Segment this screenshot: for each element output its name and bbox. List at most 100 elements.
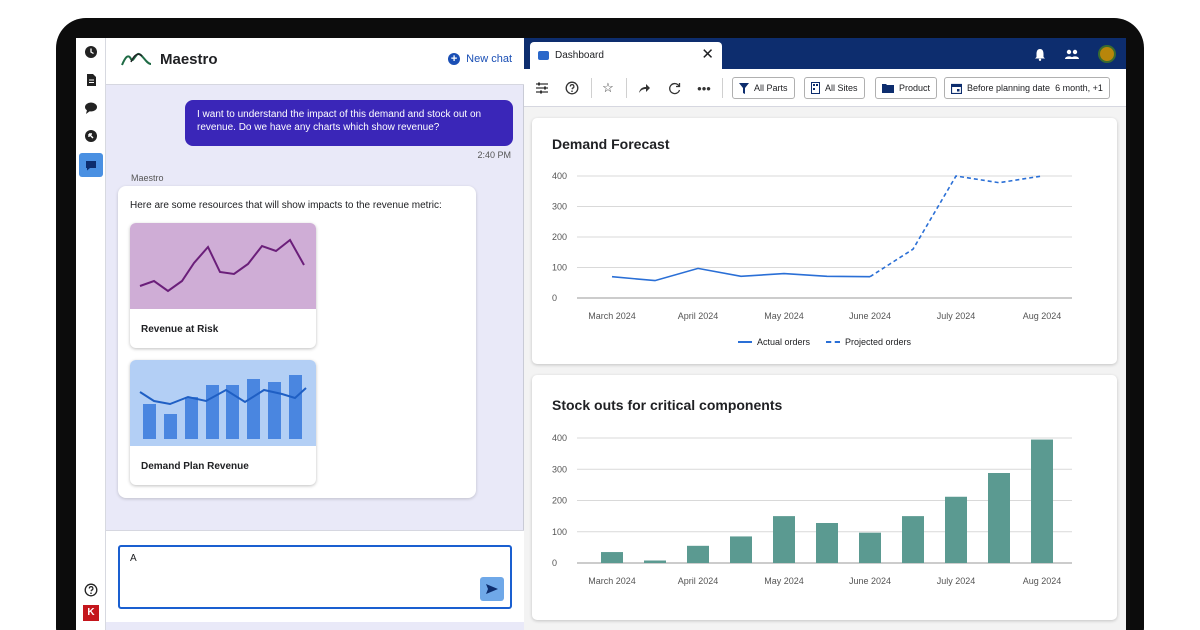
people-icon[interactable] (1064, 48, 1080, 60)
app-name: Maestro (160, 50, 218, 68)
y-tick-label: 100 (552, 263, 567, 273)
send-icon (486, 584, 498, 594)
toolbar-divider (591, 78, 592, 98)
user-avatar[interactable] (1098, 45, 1116, 63)
bot-message-text: Here are some resources that will show i… (130, 200, 442, 211)
bar (1031, 439, 1053, 563)
filter-label: Product (899, 83, 931, 93)
resource-card-demand-plan-revenue[interactable]: Demand Plan Revenue (130, 360, 316, 485)
tab-dashboard[interactable]: Dashboard ✕ (530, 42, 722, 69)
chat-icon[interactable] (79, 153, 103, 177)
folder-icon (882, 84, 894, 93)
close-icon[interactable]: ✕ (701, 47, 714, 62)
filter-label: All Parts (754, 83, 788, 93)
legend-swatch (825, 341, 840, 343)
new-chat-label: New chat (466, 53, 512, 65)
filter-date[interactable]: Before planning date 6 month, +1 (944, 77, 1110, 99)
legend-label: Actual orders (756, 337, 810, 347)
help-icon[interactable] (79, 578, 103, 602)
dashboard-tab-icon (538, 51, 549, 60)
filter-label: Before planning date (967, 83, 1051, 93)
actual-orders-line (611, 267, 871, 282)
star-icon[interactable]: ☆ (600, 80, 616, 96)
chat-panel: Maestro + New chat I want to understand … (106, 38, 524, 630)
x-tick-label: April 2024 (678, 311, 719, 321)
more-icon[interactable]: ••• (696, 80, 712, 96)
share-icon[interactable] (636, 80, 652, 96)
chat-input-area: A (106, 530, 524, 630)
y-tick-label: 100 (552, 527, 567, 537)
brand: Maestro (120, 50, 218, 68)
y-tick-label: 0 (552, 293, 557, 303)
legend-swatch (737, 341, 752, 343)
bar (730, 536, 752, 563)
plus-icon: + (448, 53, 461, 65)
y-tick-label: 200 (552, 232, 567, 242)
tab-label: Dashboard (555, 50, 604, 61)
maestro-logo-icon (121, 53, 152, 66)
icon-rail: K (76, 38, 106, 630)
resource-label: Demand Plan Revenue (141, 461, 249, 472)
legend-projected-orders: Projected orders (825, 337, 911, 347)
dashboard-panel: Dashboard ✕ ☆ ••• All Parts All Sites Pr… (524, 38, 1126, 630)
y-tick-label: 400 (552, 433, 567, 443)
bar (773, 516, 795, 563)
document-icon[interactable] (79, 68, 103, 92)
filter-sites[interactable]: All Sites (804, 77, 865, 99)
x-tick-label: March 2024 (588, 576, 636, 586)
funnel-icon (739, 82, 749, 94)
new-chat-button[interactable]: + New chat (448, 53, 512, 65)
y-tick-label: 400 (552, 171, 567, 181)
refresh-icon[interactable] (666, 80, 682, 96)
app-screen: K Maestro + New chat I want to understan… (76, 38, 1126, 630)
bar (601, 552, 623, 563)
calendar-icon (951, 83, 962, 94)
stock-outs-panel: Stock outs for critical components 0 100 2… (532, 375, 1117, 620)
chat-input[interactable]: A (118, 545, 512, 609)
comment-icon[interactable] (79, 96, 103, 120)
chat-footer (106, 622, 524, 630)
resource-card-revenue-at-risk[interactable]: Revenue at Risk (130, 223, 316, 348)
bar (816, 523, 838, 563)
building-icon (811, 82, 820, 94)
x-tick-label: June 2024 (849, 576, 891, 586)
arrow-circle-icon[interactable] (79, 124, 103, 148)
x-tick-label: May 2024 (764, 576, 804, 586)
bar (988, 473, 1010, 563)
dashboard-topbar: Dashboard ✕ (524, 38, 1126, 69)
filter-parts[interactable]: All Parts (732, 77, 795, 99)
bot-message: Here are some resources that will show i… (118, 186, 476, 498)
bell-icon[interactable] (1034, 48, 1046, 61)
y-tick-label: 300 (552, 202, 567, 212)
x-tick-label: April 2024 (678, 576, 719, 586)
chat-header: Maestro + New chat (106, 38, 524, 85)
bar (687, 545, 709, 563)
bar (644, 560, 666, 563)
bar (945, 496, 967, 563)
x-tick-label: Aug 2024 (1023, 576, 1062, 586)
toolbar-divider (626, 78, 627, 98)
demand-plan-revenue-thumbnail (130, 360, 316, 446)
user-message: I want to understand the impact of this … (185, 100, 513, 146)
filter-settings-icon[interactable] (534, 80, 550, 96)
demand-forecast-panel: Demand Forecast 0 100 200 300 400 March 2024 A… (532, 118, 1117, 364)
clock-icon[interactable] (79, 40, 103, 64)
brand-badge: K (79, 601, 103, 625)
help-icon[interactable] (564, 80, 580, 96)
bot-sender-name: Maestro (131, 173, 164, 183)
revenue-at-risk-thumbnail (130, 223, 316, 309)
y-tick-label: 0 (552, 558, 557, 568)
y-tick-label: 300 (552, 464, 567, 474)
legend-actual-orders: Actual orders (737, 337, 810, 347)
message-timestamp: 2:40 PM (477, 150, 511, 160)
y-tick-label: 200 (552, 496, 567, 506)
topbar-icons (1034, 45, 1116, 63)
filter-product[interactable]: Product (875, 77, 938, 99)
x-tick-label: March 2024 (588, 311, 636, 321)
send-button[interactable] (480, 577, 504, 601)
bar (859, 532, 881, 563)
toolbar-divider (722, 78, 723, 98)
bar (902, 516, 924, 563)
dashboard-toolbar: ☆ ••• All Parts All Sites Product Before… (524, 69, 1126, 107)
x-tick-label: June 2024 (849, 311, 891, 321)
